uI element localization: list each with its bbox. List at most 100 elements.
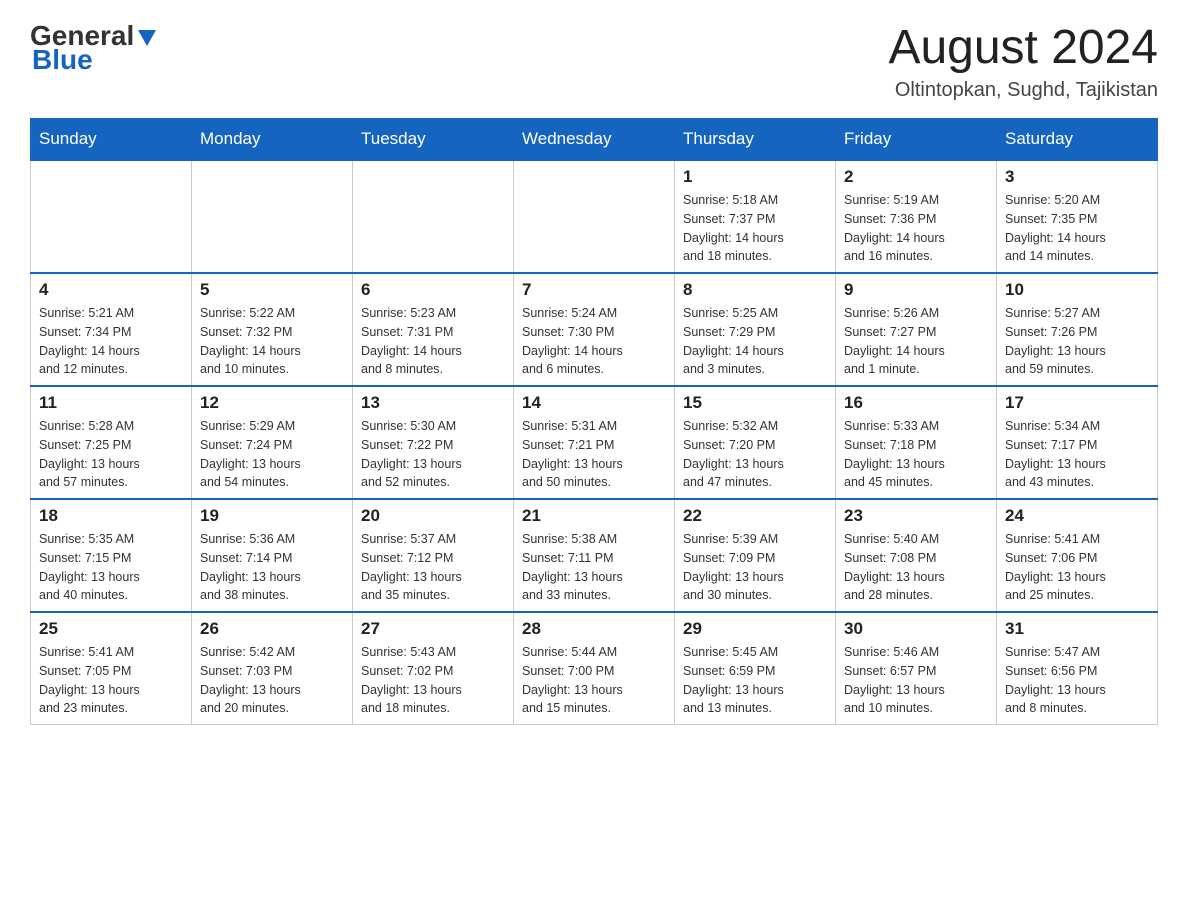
day-info: Sunrise: 5:33 AM Sunset: 7:18 PM Dayligh… [844, 417, 988, 492]
day-info: Sunrise: 5:38 AM Sunset: 7:11 PM Dayligh… [522, 530, 666, 605]
day-info: Sunrise: 5:19 AM Sunset: 7:36 PM Dayligh… [844, 191, 988, 266]
day-info: Sunrise: 5:32 AM Sunset: 7:20 PM Dayligh… [683, 417, 827, 492]
day-number: 1 [683, 167, 827, 187]
day-info: Sunrise: 5:34 AM Sunset: 7:17 PM Dayligh… [1005, 417, 1149, 492]
day-number: 26 [200, 619, 344, 639]
calendar-cell: 5 Sunrise: 5:22 AM Sunset: 7:32 PM Daylig… [192, 273, 353, 386]
calendar-cell: 24 Sunrise: 5:41 AM Sunset: 7:06 PM Dayli… [997, 499, 1158, 612]
calendar-cell: 19Sunrise: 5:36 AM Sunset: 7:14 PM Dayli… [192, 499, 353, 612]
day-info: Sunrise: 5:22 AM Sunset: 7:32 PM Dayligh… [200, 304, 344, 379]
day-number: 19 [200, 506, 344, 526]
day-info: Sunrise: 5:21 AM Sunset: 7:34 PM Dayligh… [39, 304, 183, 379]
day-number: 13 [361, 393, 505, 413]
calendar-cell [31, 160, 192, 273]
day-number: 6 [361, 280, 505, 300]
calendar-cell: 1 Sunrise: 5:18 AM Sunset: 7:37 PM Daylig… [675, 160, 836, 273]
calendar-cell: 9Sunrise: 5:26 AM Sunset: 7:27 PM Daylig… [836, 273, 997, 386]
day-number: 4 [39, 280, 183, 300]
day-info: Sunrise: 5:45 AM Sunset: 6:59 PM Dayligh… [683, 643, 827, 718]
day-info: Sunrise: 5:23 AM Sunset: 7:31 PM Dayligh… [361, 304, 505, 379]
day-info: Sunrise: 5:31 AM Sunset: 7:21 PM Dayligh… [522, 417, 666, 492]
calendar-cell: 17Sunrise: 5:34 AM Sunset: 7:17 PM Dayli… [997, 386, 1158, 499]
day-info: Sunrise: 5:44 AM Sunset: 7:00 PM Dayligh… [522, 643, 666, 718]
day-info: Sunrise: 5:28 AM Sunset: 7:25 PM Dayligh… [39, 417, 183, 492]
day-number: 24 [1005, 506, 1149, 526]
day-number: 29 [683, 619, 827, 639]
calendar-cell [353, 160, 514, 273]
calendar-header-monday: Monday [192, 119, 353, 161]
logo-triangle-icon [136, 26, 158, 48]
calendar-cell: 13 Sunrise: 5:30 AM Sunset: 7:22 PM Dayli… [353, 386, 514, 499]
calendar-cell: 31 Sunrise: 5:47 AM Sunset: 6:56 PM Dayli… [997, 612, 1158, 725]
day-info: Sunrise: 5:25 AM Sunset: 7:29 PM Dayligh… [683, 304, 827, 379]
day-info: Sunrise: 5:18 AM Sunset: 7:37 PM Dayligh… [683, 191, 827, 266]
calendar-cell [514, 160, 675, 273]
calendar-cell: 8 Sunrise: 5:25 AM Sunset: 7:29 PM Daylig… [675, 273, 836, 386]
calendar-cell [192, 160, 353, 273]
calendar-table: SundayMondayTuesdayWednesdayThursdayFrid… [30, 118, 1158, 725]
day-info: Sunrise: 5:27 AM Sunset: 7:26 PM Dayligh… [1005, 304, 1149, 379]
calendar-cell: 10 Sunrise: 5:27 AM Sunset: 7:26 PM Dayli… [997, 273, 1158, 386]
day-info: Sunrise: 5:30 AM Sunset: 7:22 PM Dayligh… [361, 417, 505, 492]
calendar-cell: 23 Sunrise: 5:40 AM Sunset: 7:08 PM Dayli… [836, 499, 997, 612]
day-info: Sunrise: 5:40 AM Sunset: 7:08 PM Dayligh… [844, 530, 988, 605]
week-row-4: 18 Sunrise: 5:35 AM Sunset: 7:15 PM Dayli… [31, 499, 1158, 612]
day-number: 18 [39, 506, 183, 526]
day-number: 12 [200, 393, 344, 413]
week-row-3: 11Sunrise: 5:28 AM Sunset: 7:25 PM Dayli… [31, 386, 1158, 499]
calendar-cell: 6 Sunrise: 5:23 AM Sunset: 7:31 PM Daylig… [353, 273, 514, 386]
day-info: Sunrise: 5:47 AM Sunset: 6:56 PM Dayligh… [1005, 643, 1149, 718]
day-number: 7 [522, 280, 666, 300]
calendar-header-row: SundayMondayTuesdayWednesdayThursdayFrid… [31, 119, 1158, 161]
day-number: 8 [683, 280, 827, 300]
calendar-header-thursday: Thursday [675, 119, 836, 161]
day-number: 28 [522, 619, 666, 639]
calendar-cell: 2 Sunrise: 5:19 AM Sunset: 7:36 PM Daylig… [836, 160, 997, 273]
page-header: General Blue August 2024 Oltintopkan, Su… [30, 20, 1158, 102]
day-number: 14 [522, 393, 666, 413]
location: Oltintopkan, Sughd, Tajikistan [888, 79, 1158, 102]
calendar-cell: 25 Sunrise: 5:41 AM Sunset: 7:05 PM Dayli… [31, 612, 192, 725]
calendar-header-tuesday: Tuesday [353, 119, 514, 161]
day-number: 10 [1005, 280, 1149, 300]
calendar-cell: 20 Sunrise: 5:37 AM Sunset: 7:12 PM Dayli… [353, 499, 514, 612]
day-number: 16 [844, 393, 988, 413]
day-info: Sunrise: 5:43 AM Sunset: 7:02 PM Dayligh… [361, 643, 505, 718]
week-row-1: 1 Sunrise: 5:18 AM Sunset: 7:37 PM Daylig… [31, 160, 1158, 273]
day-number: 31 [1005, 619, 1149, 639]
calendar-header-saturday: Saturday [997, 119, 1158, 161]
day-number: 9 [844, 280, 988, 300]
calendar-cell: 12 Sunrise: 5:29 AM Sunset: 7:24 PM Dayli… [192, 386, 353, 499]
calendar-cell: 11Sunrise: 5:28 AM Sunset: 7:25 PM Dayli… [31, 386, 192, 499]
day-info: Sunrise: 5:29 AM Sunset: 7:24 PM Dayligh… [200, 417, 344, 492]
calendar-cell: 15Sunrise: 5:32 AM Sunset: 7:20 PM Dayli… [675, 386, 836, 499]
day-info: Sunrise: 5:39 AM Sunset: 7:09 PM Dayligh… [683, 530, 827, 605]
day-info: Sunrise: 5:20 AM Sunset: 7:35 PM Dayligh… [1005, 191, 1149, 266]
day-number: 25 [39, 619, 183, 639]
calendar-header-wednesday: Wednesday [514, 119, 675, 161]
calendar-cell: 28 Sunrise: 5:44 AM Sunset: 7:00 PM Dayli… [514, 612, 675, 725]
week-row-5: 25 Sunrise: 5:41 AM Sunset: 7:05 PM Dayli… [31, 612, 1158, 725]
calendar-cell: 3Sunrise: 5:20 AM Sunset: 7:35 PM Daylig… [997, 160, 1158, 273]
calendar-cell: 16 Sunrise: 5:33 AM Sunset: 7:18 PM Dayli… [836, 386, 997, 499]
title-block: August 2024 Oltintopkan, Sughd, Tajikist… [888, 20, 1158, 102]
calendar-cell: 29 Sunrise: 5:45 AM Sunset: 6:59 PM Dayli… [675, 612, 836, 725]
day-number: 2 [844, 167, 988, 187]
day-info: Sunrise: 5:41 AM Sunset: 7:05 PM Dayligh… [39, 643, 183, 718]
calendar-cell: 18 Sunrise: 5:35 AM Sunset: 7:15 PM Dayli… [31, 499, 192, 612]
calendar-cell: 14 Sunrise: 5:31 AM Sunset: 7:21 PM Dayli… [514, 386, 675, 499]
day-info: Sunrise: 5:35 AM Sunset: 7:15 PM Dayligh… [39, 530, 183, 605]
logo-text-blue: Blue [32, 44, 93, 76]
calendar-cell: 7 Sunrise: 5:24 AM Sunset: 7:30 PM Daylig… [514, 273, 675, 386]
day-info: Sunrise: 5:24 AM Sunset: 7:30 PM Dayligh… [522, 304, 666, 379]
day-number: 27 [361, 619, 505, 639]
day-info: Sunrise: 5:41 AM Sunset: 7:06 PM Dayligh… [1005, 530, 1149, 605]
calendar-cell: 27 Sunrise: 5:43 AM Sunset: 7:02 PM Dayli… [353, 612, 514, 725]
calendar-cell: 4 Sunrise: 5:21 AM Sunset: 7:34 PM Daylig… [31, 273, 192, 386]
calendar-cell: 30Sunrise: 5:46 AM Sunset: 6:57 PM Dayli… [836, 612, 997, 725]
day-number: 20 [361, 506, 505, 526]
day-number: 23 [844, 506, 988, 526]
day-number: 5 [200, 280, 344, 300]
day-info: Sunrise: 5:37 AM Sunset: 7:12 PM Dayligh… [361, 530, 505, 605]
week-row-2: 4 Sunrise: 5:21 AM Sunset: 7:34 PM Daylig… [31, 273, 1158, 386]
